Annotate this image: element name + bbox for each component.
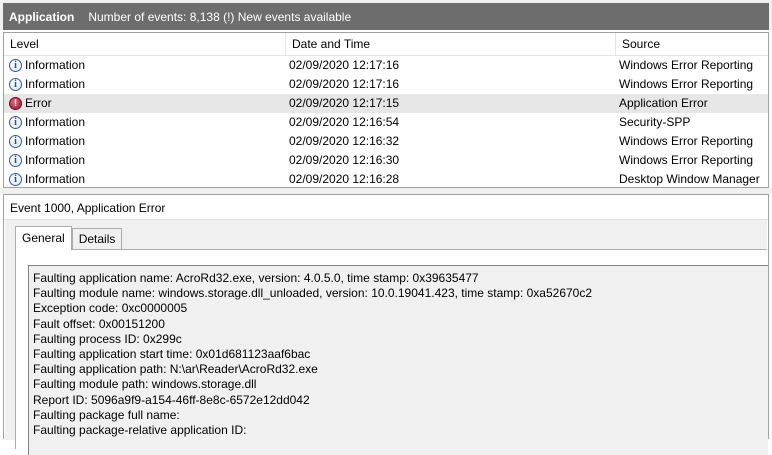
row-date: 02/09/2020 12:17:16 [289,58,400,72]
table-row[interactable]: i Information 02/09/2020 12:17:16 Windows… [4,56,768,75]
tab-general[interactable]: General [15,226,72,250]
events-table[interactable]: Level Date and Time Source i Information … [3,32,769,188]
information-icon: i [9,173,22,186]
row-date: 02/09/2020 12:16:30 [289,153,400,167]
row-level: Information [25,115,86,129]
description-line: Faulting application path: N:\ar\Reader\… [33,362,318,377]
row-source: Windows Error Reporting [619,58,754,72]
event-detail-pane: Event 1000, Application Error General De… [3,194,769,455]
row-date: 02/09/2020 12:16:32 [289,134,400,148]
description-line: Report ID: 5096a9f9-a154-46ff-8e8c-6572e… [33,392,310,407]
information-icon: i [9,59,22,72]
description-line: Exception code: 0xc0000005 [33,301,188,316]
table-row-selected[interactable]: ! Error 02/09/2020 12:17:15 Application E… [4,94,768,113]
log-header-bar: Application Number of events: 8,138 (!) … [0,0,772,30]
row-level: Error [25,96,52,110]
information-icon: i [9,154,22,167]
column-header-source[interactable]: Source [615,33,770,55]
description-line: Fault offset: 0x00151200 [33,316,165,331]
row-level: Information [25,172,86,186]
table-row[interactable]: i Information 02/09/2020 12:16:54 Securit… [4,113,768,132]
description-line: Faulting module path: windows.storage.dl… [33,377,257,392]
information-icon: i [9,78,22,91]
row-source: Windows Error Reporting [619,134,754,148]
row-level: Information [25,134,86,148]
row-source: Application Error [619,96,708,110]
row-source: Security-SPP [619,115,691,129]
row-level: Information [25,58,86,72]
table-row[interactable]: i Information 02/09/2020 12:16:32 Windows… [4,132,768,151]
row-source: Desktop Window Manager [619,172,760,186]
general-tab-panel: Faulting application name: AcroRd32.exe,… [15,249,768,455]
table-row[interactable]: i Information 02/09/2020 12:16:30 Windows… [4,151,768,170]
row-date: 02/09/2020 12:16:28 [289,172,400,186]
description-line: Faulting application name: AcroRd32.exe,… [33,271,479,285]
tab-details[interactable]: Details [71,228,123,249]
row-level: Information [25,77,86,91]
description-line: Faulting application start time: 0x01d68… [33,346,311,361]
event-description[interactable]: Faulting application name: AcroRd32.exe,… [28,265,768,455]
row-level: Information [25,153,86,167]
row-date: 02/09/2020 12:17:15 [289,96,400,110]
row-source: Windows Error Reporting [619,153,754,167]
table-header: Level Date and Time Source [4,33,768,56]
row-date: 02/09/2020 12:16:54 [289,115,400,129]
table-row[interactable]: i Information 02/09/2020 12:17:16 Windows… [4,75,768,94]
column-header-date[interactable]: Date and Time [285,33,615,55]
description-line: Faulting package-relative application ID… [33,422,247,437]
row-source: Windows Error Reporting [619,77,754,91]
description-line: Faulting package full name: [33,407,180,422]
column-header-level[interactable]: Level [4,33,285,55]
information-icon: i [9,135,22,148]
detail-body: General Details Faulting application nam… [5,220,768,455]
event-count-info: Number of events: 8,138 (!) New events a… [88,9,352,24]
information-icon: i [9,116,22,129]
row-date: 02/09/2020 12:17:16 [289,77,400,91]
description-line: Faulting process ID: 0x299c [33,331,182,346]
log-title: Application [9,9,75,24]
table-row[interactable]: i Information 02/09/2020 12:16:28 Desktop… [4,170,768,189]
description-line: Faulting module name: windows.storage.dl… [33,286,593,301]
detail-tabs: General Details [15,226,123,250]
events-rows: i Information 02/09/2020 12:17:16 Windows… [4,56,768,189]
event-detail-title: Event 1000, Application Error [10,201,166,215]
error-icon: ! [9,97,22,110]
